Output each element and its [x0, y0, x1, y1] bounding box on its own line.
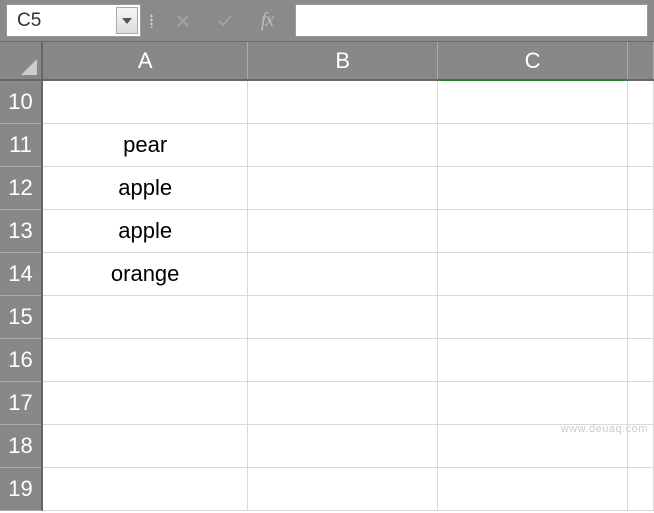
cell[interactable]: orange — [42, 252, 248, 295]
row-header[interactable]: 10 — [0, 80, 42, 123]
cell[interactable] — [438, 123, 628, 166]
cell[interactable] — [248, 424, 438, 467]
row-header[interactable]: 11 — [0, 123, 42, 166]
cell[interactable]: apple — [42, 209, 248, 252]
cell[interactable] — [438, 467, 628, 510]
cell[interactable] — [627, 166, 653, 209]
cell[interactable]: pear — [42, 123, 248, 166]
check-icon — [217, 13, 233, 29]
row-header[interactable]: 13 — [0, 209, 42, 252]
row-header[interactable]: 17 — [0, 381, 42, 424]
cell[interactable] — [627, 467, 653, 510]
name-box-value: C5 — [17, 10, 41, 32]
cell[interactable] — [42, 80, 248, 123]
formula-bar-grip[interactable] — [144, 0, 158, 41]
name-box-dropdown[interactable] — [116, 7, 138, 34]
cell[interactable] — [438, 166, 628, 209]
cell[interactable]: apple — [42, 166, 248, 209]
watermark: www.deuaq.com — [561, 423, 648, 435]
x-icon — [175, 13, 191, 29]
cell[interactable] — [438, 80, 628, 123]
spreadsheet-grid: A B C 10 11 pear 12 — [0, 42, 654, 511]
column-header-b[interactable]: B — [248, 42, 438, 80]
cell[interactable] — [248, 467, 438, 510]
cell[interactable] — [438, 338, 628, 381]
accept-formula-button[interactable] — [204, 0, 246, 41]
cell[interactable] — [42, 467, 248, 510]
cell[interactable] — [627, 209, 653, 252]
row-header[interactable]: 15 — [0, 295, 42, 338]
cell[interactable] — [42, 424, 248, 467]
row-header[interactable]: 18 — [0, 424, 42, 467]
cell[interactable] — [248, 209, 438, 252]
chevron-down-icon — [122, 18, 132, 24]
formula-buttons: fx — [158, 0, 292, 41]
cell[interactable] — [42, 295, 248, 338]
cell[interactable] — [248, 381, 438, 424]
cell[interactable] — [248, 295, 438, 338]
row-header[interactable]: 19 — [0, 467, 42, 510]
cell[interactable] — [248, 166, 438, 209]
cell[interactable] — [627, 80, 653, 123]
cell[interactable] — [627, 381, 653, 424]
row-header[interactable]: 14 — [0, 252, 42, 295]
column-header-d-partial[interactable] — [627, 42, 653, 80]
cell[interactable] — [42, 381, 248, 424]
cancel-formula-button[interactable] — [162, 0, 204, 41]
select-all-corner[interactable] — [0, 42, 42, 80]
cell[interactable] — [248, 338, 438, 381]
formula-bar: C5 fx — [0, 0, 654, 42]
formula-input[interactable] — [295, 4, 648, 37]
column-header-c[interactable]: C — [438, 42, 628, 80]
insert-function-button[interactable]: fx — [246, 0, 288, 41]
column-header-a[interactable]: A — [42, 42, 248, 80]
cell[interactable] — [248, 252, 438, 295]
cell[interactable] — [627, 252, 653, 295]
row-header[interactable]: 16 — [0, 338, 42, 381]
fx-label: fx — [261, 9, 273, 32]
cell[interactable] — [438, 252, 628, 295]
cell[interactable] — [438, 295, 628, 338]
cell[interactable] — [248, 80, 438, 123]
cell[interactable] — [627, 338, 653, 381]
cell[interactable] — [248, 123, 438, 166]
cell[interactable] — [42, 338, 248, 381]
cell[interactable] — [627, 123, 653, 166]
name-box[interactable]: C5 — [6, 4, 141, 37]
cell[interactable] — [438, 381, 628, 424]
cell[interactable] — [438, 209, 628, 252]
row-header[interactable]: 12 — [0, 166, 42, 209]
cell[interactable] — [627, 295, 653, 338]
grid-body: 10 11 pear 12 apple 13 — [0, 80, 654, 510]
